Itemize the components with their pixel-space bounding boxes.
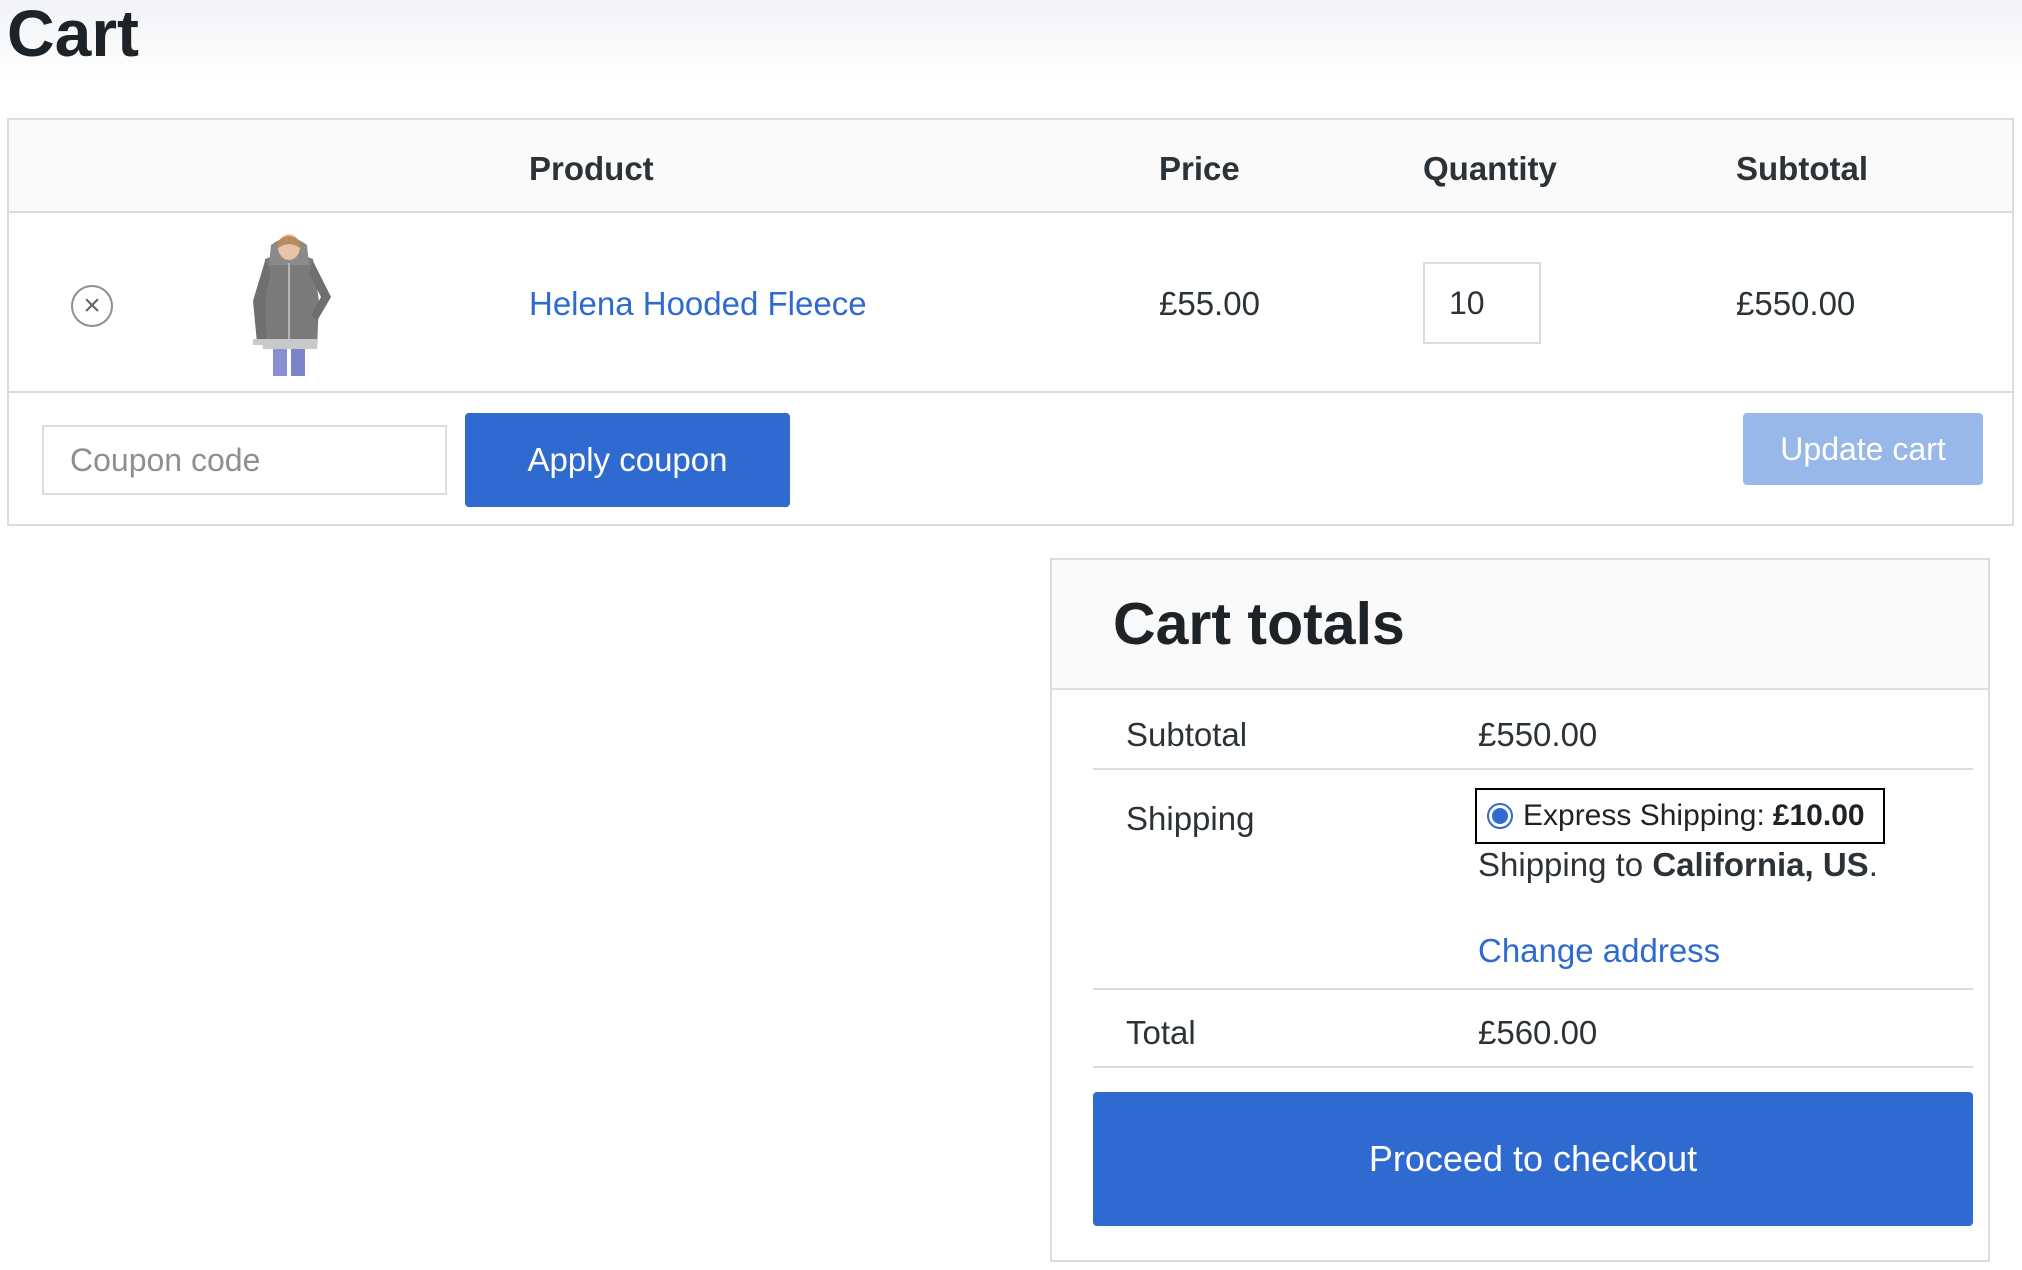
- header-background: [0, 0, 2022, 80]
- shipping-destination: California, US: [1652, 846, 1869, 883]
- update-cart-button[interactable]: Update cart: [1743, 413, 1983, 485]
- product-thumbnail[interactable]: [235, 231, 345, 376]
- quantity-input[interactable]: [1423, 262, 1541, 344]
- header-subtotal: Subtotal: [1736, 150, 1868, 187]
- shipping-to-prefix: Shipping to: [1478, 846, 1644, 883]
- cart-totals-title: Cart totals: [1113, 591, 1405, 657]
- shipping-label: Shipping: [1126, 800, 1255, 837]
- shipping-cost: £10.00: [1772, 799, 1865, 832]
- shipping-to-suffix: .: [1868, 846, 1878, 883]
- item-subtotal: £550.00: [1736, 285, 1856, 322]
- shipping-option-express[interactable]: Express Shipping: £10.00: [1475, 788, 1885, 844]
- shipping-method-name: Express Shipping:: [1523, 799, 1765, 832]
- change-address-link[interactable]: Change address: [1478, 932, 1720, 970]
- total-row: Total £560.00: [1093, 990, 1973, 1068]
- table-row: × Helena Hooded Fleece £55.00 £550.: [9, 213, 2012, 393]
- shipping-destination-text: Shipping to California, US.: [1478, 846, 1878, 884]
- subtotal-row: Subtotal £550.00: [1093, 690, 1973, 770]
- header-product: Product: [529, 150, 654, 187]
- cart-table-header: Product Price Quantity Subtotal: [9, 120, 2012, 213]
- total-value: £560.00: [1478, 1014, 1598, 1051]
- cart-actions: Apply coupon Update cart: [9, 393, 2012, 526]
- subtotal-label: Subtotal: [1126, 716, 1248, 753]
- shipping-row: Shipping Express Shipping: £10.00 Shippi…: [1093, 770, 1973, 990]
- page-title: Cart: [7, 0, 140, 70]
- cart-totals-panel: Cart totals Subtotal £550.00 Shipping Ex…: [1050, 558, 1990, 1262]
- cart-totals-header: Cart totals: [1052, 560, 1988, 690]
- cart-table: Product Price Quantity Subtotal × Helena…: [7, 118, 2014, 526]
- close-circle-icon: ×: [83, 289, 101, 322]
- coupon-code-input[interactable]: [42, 425, 447, 495]
- radio-selected-icon: [1492, 808, 1508, 824]
- remove-item-button[interactable]: ×: [71, 285, 113, 327]
- total-label: Total: [1126, 1014, 1196, 1051]
- proceed-to-checkout-button[interactable]: Proceed to checkout: [1093, 1092, 1973, 1226]
- item-price: £55.00: [1159, 285, 1260, 322]
- shipping-radio[interactable]: [1487, 803, 1513, 829]
- product-name-link[interactable]: Helena Hooded Fleece: [529, 285, 867, 323]
- header-quantity: Quantity: [1423, 150, 1557, 187]
- subtotal-value: £550.00: [1478, 716, 1598, 753]
- header-price: Price: [1159, 150, 1240, 187]
- apply-coupon-button[interactable]: Apply coupon: [465, 413, 790, 507]
